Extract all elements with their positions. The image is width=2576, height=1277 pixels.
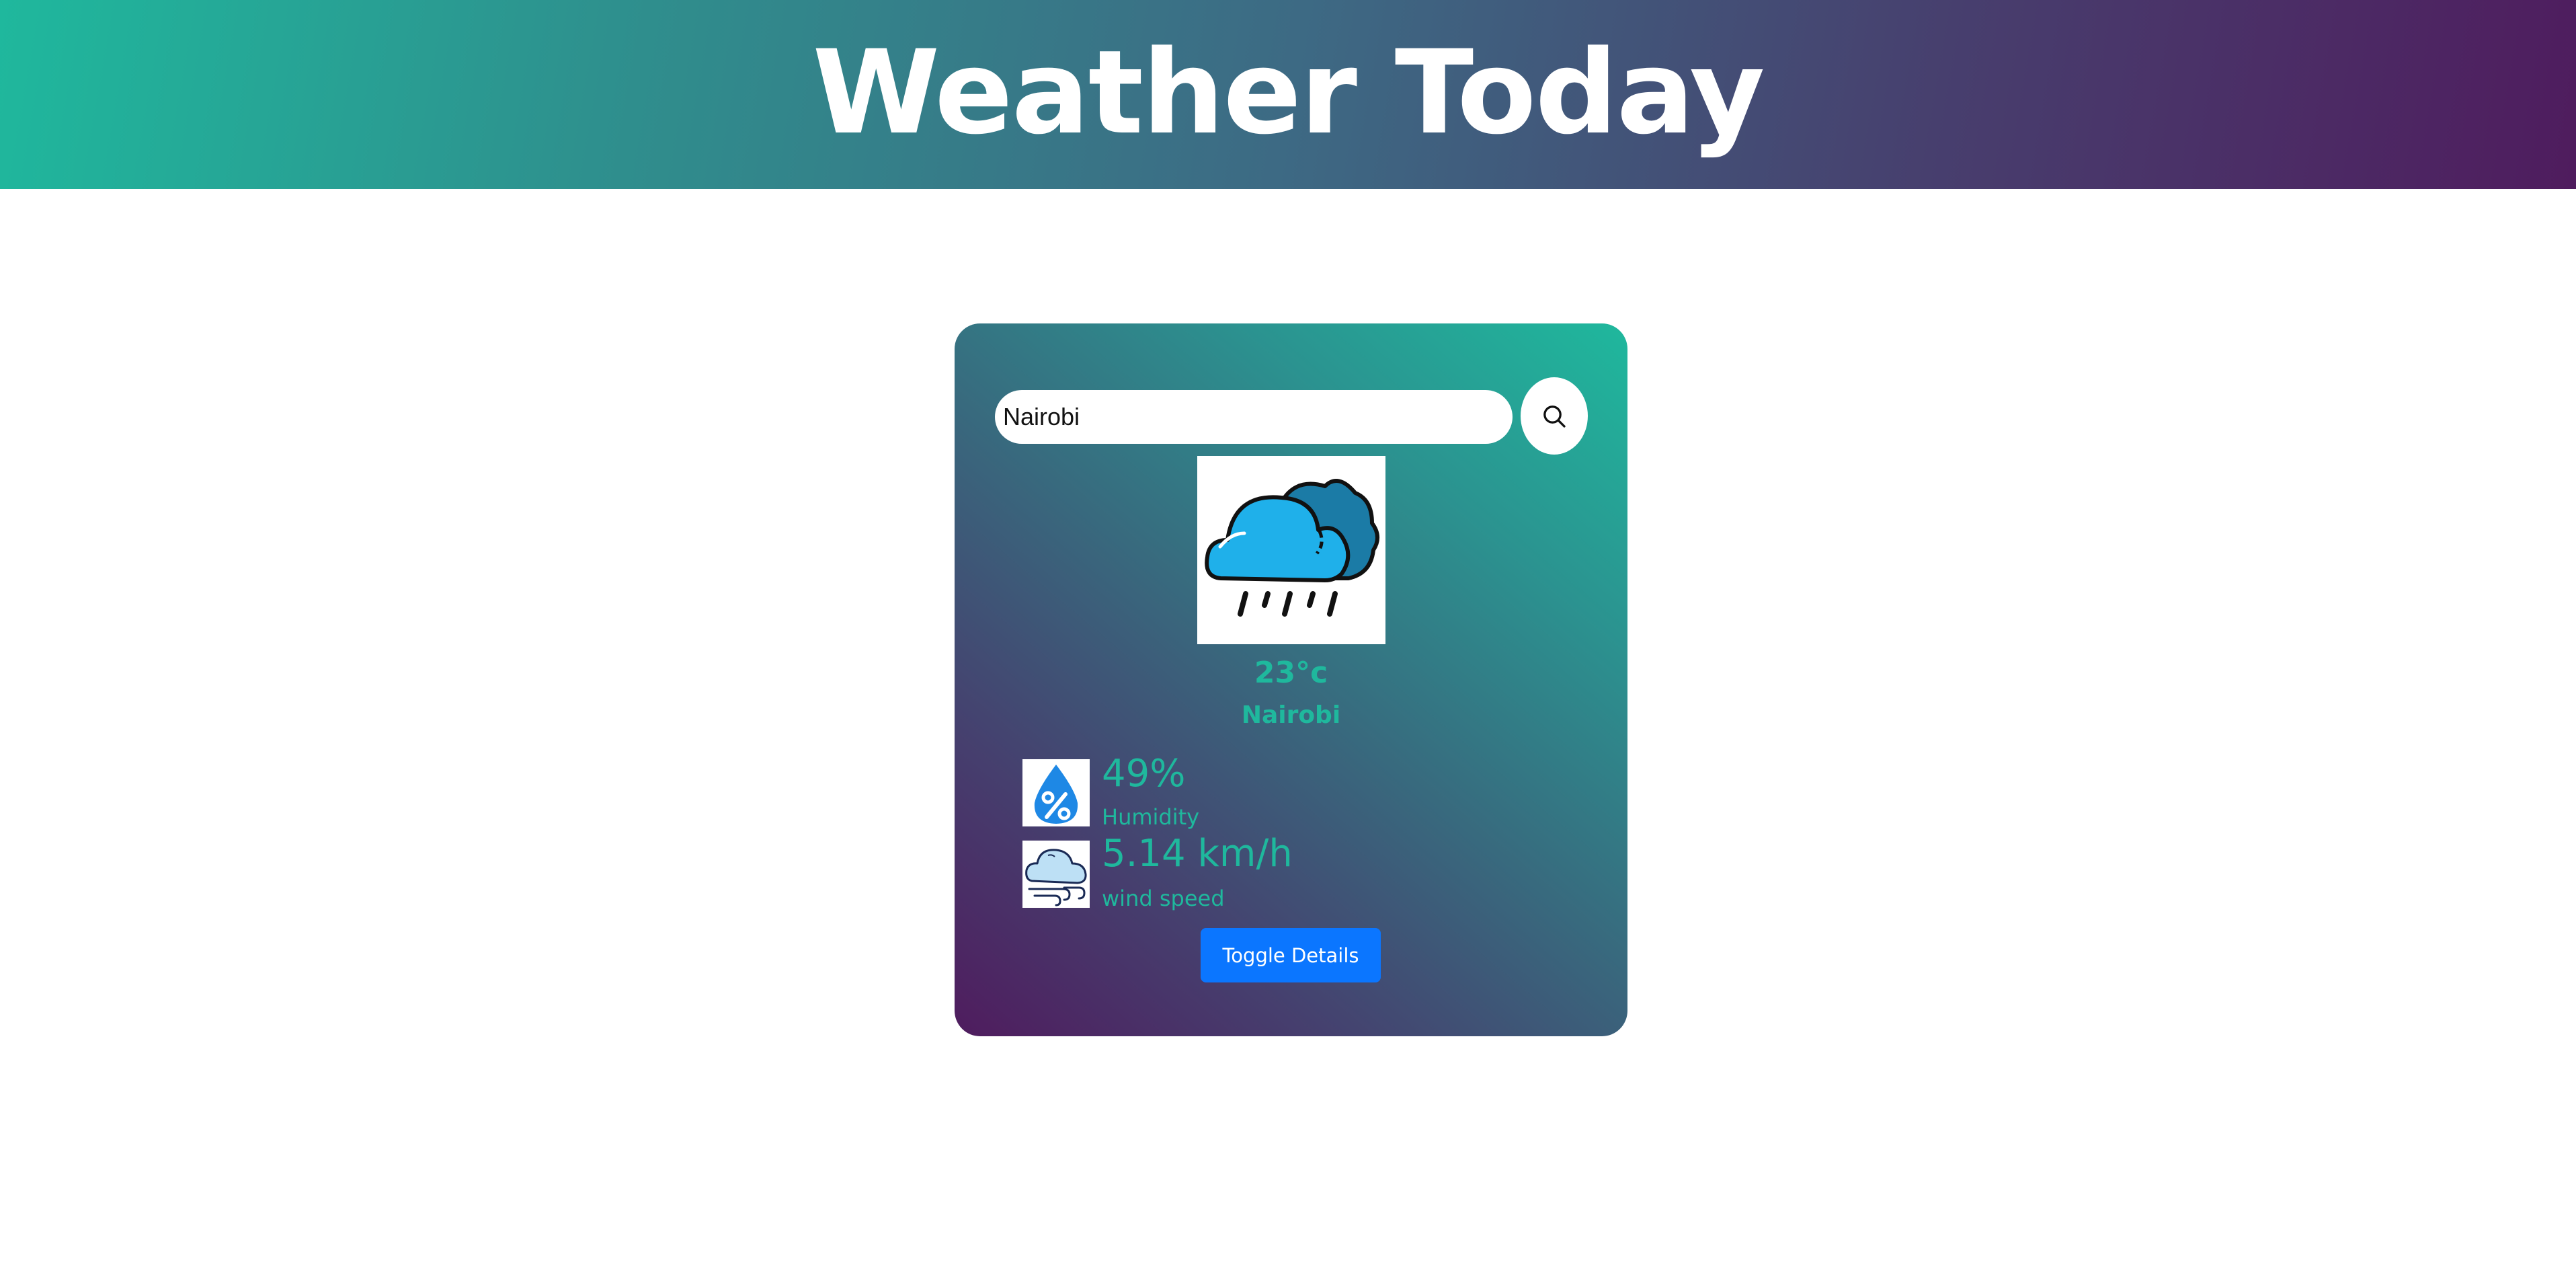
search-input[interactable] [995, 390, 1513, 444]
app-header: Weather Today [0, 0, 2576, 189]
wind-value: 5.14 km/h [1102, 832, 1293, 876]
search-icon [1543, 405, 1566, 428]
wind-cloud-icon [1025, 849, 1087, 906]
city-name: Nairobi [1241, 701, 1341, 729]
weather-card: 23°c Nairobi 49% Humidity 5.14 km/h wind… [955, 323, 1627, 1036]
weather-image [1197, 456, 1385, 644]
humidity-value: 49% [1102, 752, 1186, 796]
search-button[interactable] [1521, 377, 1588, 455]
humidity-icon-box [1022, 759, 1090, 826]
humidity-drop-icon [1034, 765, 1078, 824]
toggle-details-button[interactable]: Toggle Details [1201, 928, 1381, 982]
temperature: 23°c [1254, 656, 1328, 690]
humidity-label: Humidity [1102, 804, 1200, 830]
rain-cloud-icon [1205, 479, 1379, 617]
wind-label: wind speed [1102, 886, 1225, 911]
page-title: Weather Today [812, 24, 1765, 160]
wind-icon-box [1022, 841, 1090, 908]
